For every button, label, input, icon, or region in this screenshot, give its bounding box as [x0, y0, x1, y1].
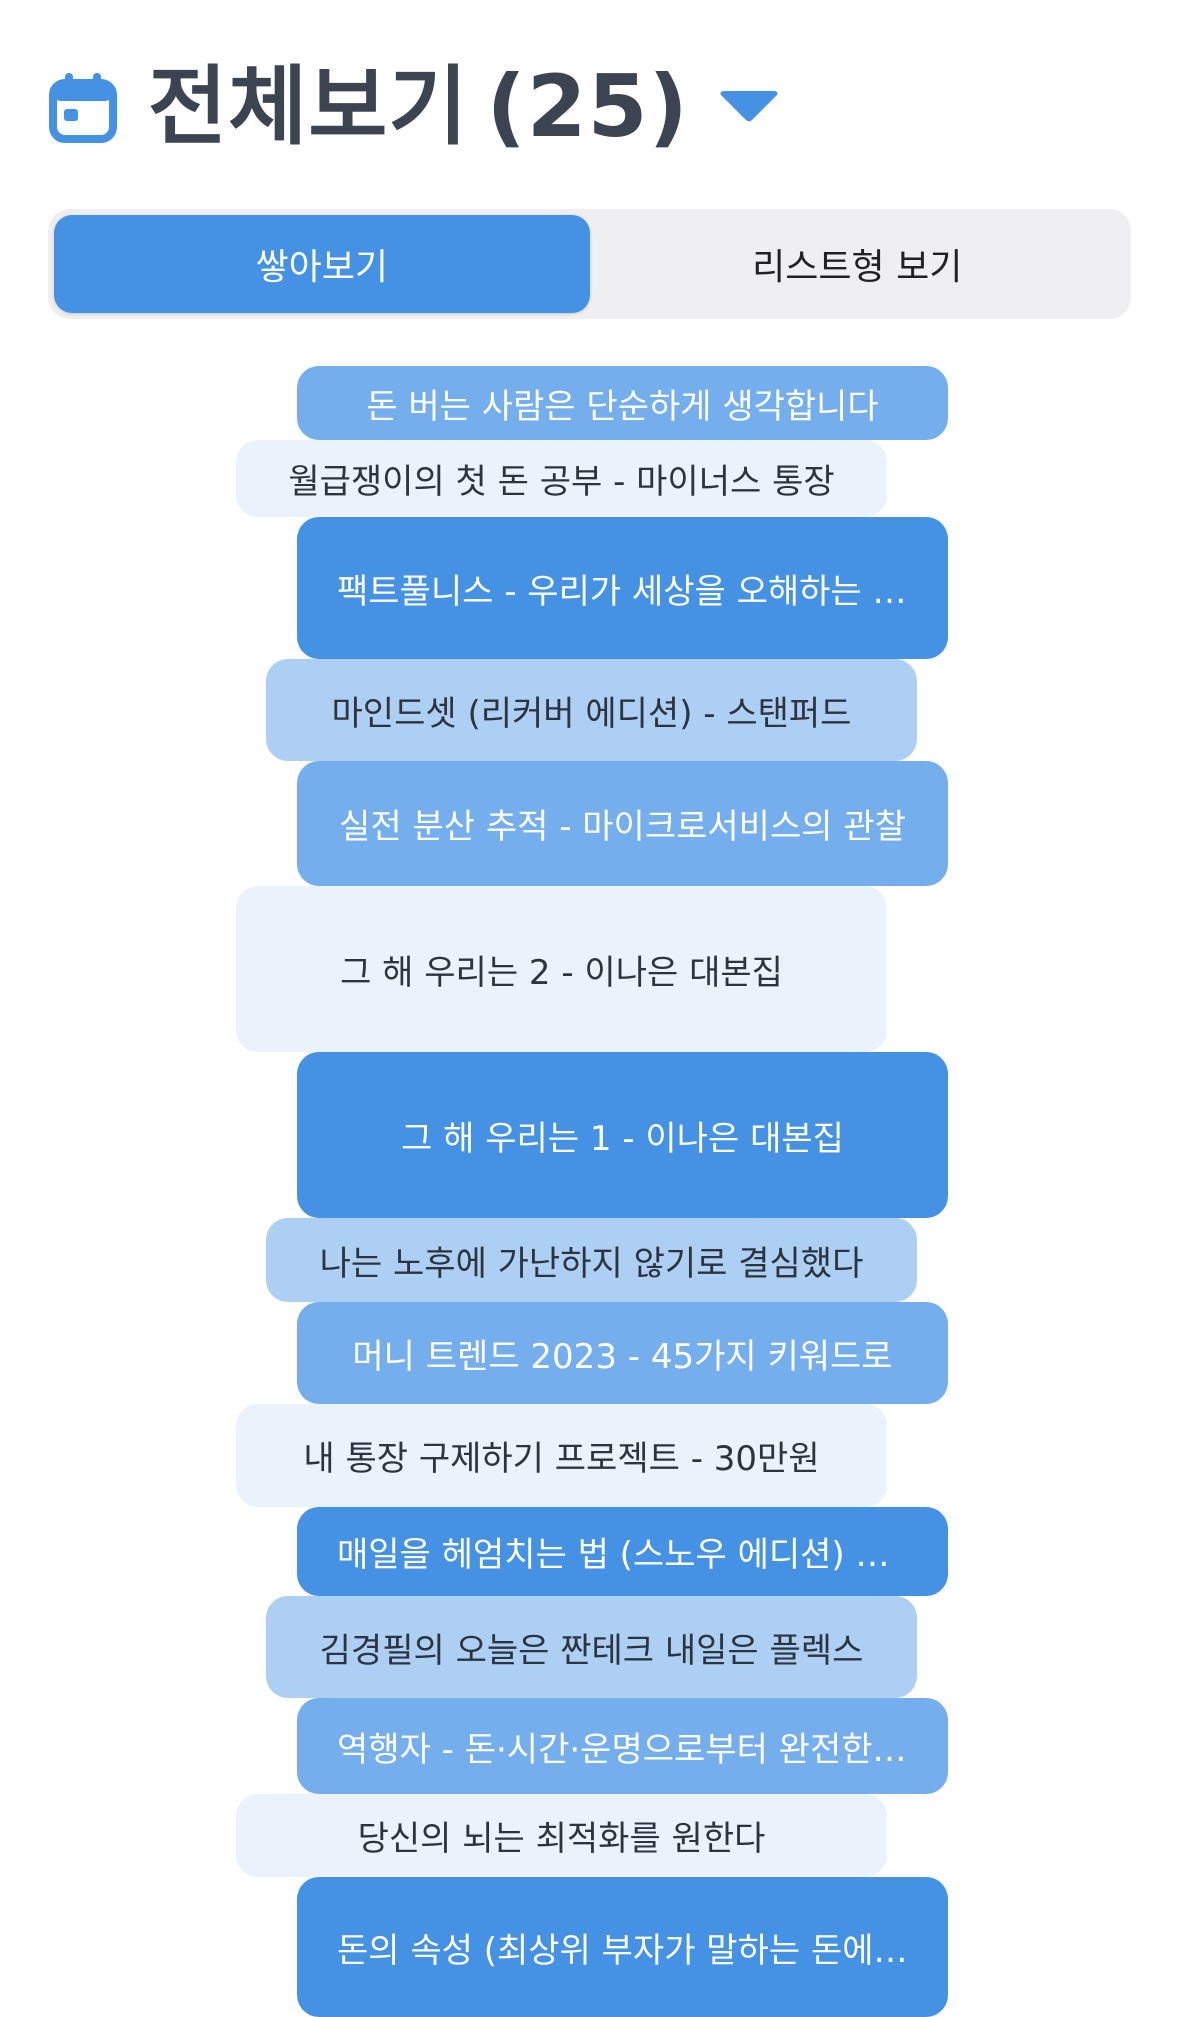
book-spine[interactable]: 돈 버는 사람은 단순하게 생각합니다 — [297, 366, 948, 440]
book-title: 나는 노후에 가난하지 않기로 결심했다 — [319, 1243, 864, 1284]
book-spine[interactable]: 매일을 헤엄치는 법 (스노우 에디션) 한정판 — [297, 1507, 948, 1596]
book-title: 김경필의 오늘은 짠테크 내일은 플렉스 — [319, 1630, 864, 1671]
book-title: 당신의 뇌는 최적화를 원한다 — [357, 1819, 766, 1859]
book-title: 그 해 우리는 2 - 이나은 대본집 — [340, 952, 783, 993]
book-title: 돈 버는 사람은 단순하게 생각합니다 — [366, 386, 879, 427]
book-title: 역행자 - 돈·시간·운명으로부터 완전한 자유 — [337, 1729, 908, 1770]
book-title: 내 통장 구제하기 프로젝트 - 30만원 — [303, 1439, 820, 1479]
book-spine[interactable]: 그 해 우리는 1 - 이나은 대본집 — [297, 1052, 948, 1218]
book-spine[interactable]: 돈의 속성 (최상위 부자가 말하는 돈에 대한 태도) — [297, 1877, 948, 2017]
book-spine[interactable]: 실전 분산 추적 - 마이크로서비스의 관찰 — [297, 761, 948, 886]
book-spine[interactable]: 내 통장 구제하기 프로젝트 - 30만원 — [236, 1404, 887, 1507]
book-title: 돈의 속성 (최상위 부자가 말하는 돈에 대한 태도) — [337, 1930, 908, 1971]
book-spine[interactable]: 그 해 우리는 2 - 이나은 대본집 — [236, 886, 887, 1052]
book-title: 월급쟁이의 첫 돈 공부 - 마이너스 통장 — [288, 462, 835, 502]
book-title: 머니 트렌드 2023 - 45가지 키워드로 — [352, 1336, 893, 1377]
book-spine[interactable]: 김경필의 오늘은 짠테크 내일은 플렉스 — [266, 1596, 917, 1698]
book-spine[interactable]: 월급쟁이의 첫 돈 공부 - 마이너스 통장 — [236, 440, 887, 517]
book-spine[interactable]: 당신의 뇌는 최적화를 원한다 — [236, 1794, 887, 1877]
book-spine[interactable]: 역행자 - 돈·시간·운명으로부터 완전한 자유 — [297, 1698, 948, 1794]
book-title: 그 해 우리는 1 - 이나은 대본집 — [401, 1118, 844, 1159]
book-title: 실전 분산 추적 - 마이크로서비스의 관찰 — [339, 807, 906, 847]
book-title: 매일을 헤엄치는 법 (스노우 에디션) 한정판 — [337, 1535, 908, 1575]
book-spine[interactable]: 팩트풀니스 - 우리가 세상을 오해하는 10가지 — [297, 517, 948, 659]
book-spine[interactable]: 나는 노후에 가난하지 않기로 결심했다 — [266, 1218, 917, 1302]
book-spine[interactable]: 마인드셋 (리커버 에디션) - 스탠퍼드 — [266, 659, 917, 761]
book-title: 마인드셋 (리커버 에디션) - 스탠퍼드 — [331, 693, 852, 734]
book-stack: 돈 버는 사람은 단순하게 생각합니다 월급쟁이의 첫 돈 공부 - 마이너스 … — [0, 0, 1179, 2017]
book-spine[interactable]: 머니 트렌드 2023 - 45가지 키워드로 — [297, 1302, 948, 1404]
book-title: 팩트풀니스 - 우리가 세상을 오해하는 10가지 — [337, 571, 908, 612]
